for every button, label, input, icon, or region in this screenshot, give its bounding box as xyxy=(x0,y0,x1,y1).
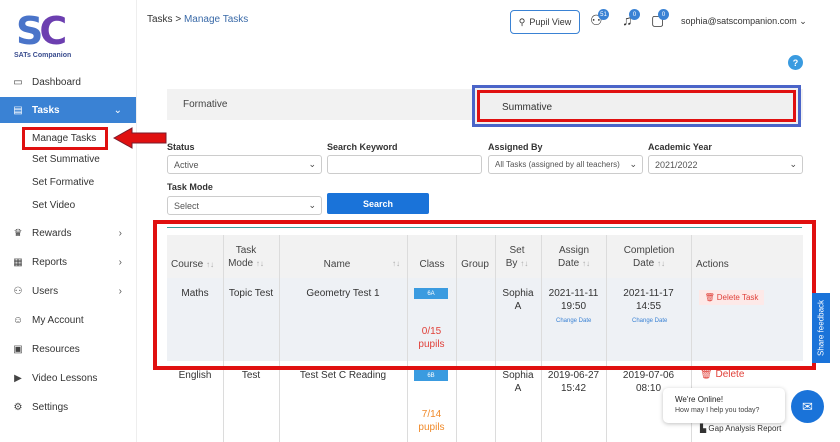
gear-icon: ⚙ xyxy=(13,401,23,413)
top-bar: Tasks > Manage Tasks ⚲ Pupil View ⚇ 51 ♫… xyxy=(137,0,840,44)
cell-course: English xyxy=(178,370,212,381)
breadcrumb: Tasks > Manage Tasks xyxy=(147,14,249,25)
delete-task-button[interactable]: 🗑 Delete xyxy=(700,369,744,380)
bell-badge: 0 xyxy=(629,9,640,20)
assigned-by-label: Assigned By xyxy=(488,142,543,152)
users-icon: ⚇ xyxy=(13,285,23,297)
app-logo[interactable]: SC SATs Companion xyxy=(14,10,84,62)
chat-subtitle: How may I help you today? xyxy=(675,407,760,414)
red-highlight-annotation xyxy=(153,220,816,370)
status-select[interactable]: Active ⌄ xyxy=(167,155,322,174)
academic-year-select[interactable]: 2021/2022 ⌄ xyxy=(648,155,803,174)
resources-icon: ▣ xyxy=(13,343,23,355)
sidebar-item-settings[interactable]: ⚙ Settings xyxy=(0,394,136,420)
chat-badge: 0 xyxy=(658,9,669,20)
tab-formative[interactable]: Formative xyxy=(183,99,227,110)
account-icon: ☺ xyxy=(12,314,24,326)
help-icon[interactable]: ? xyxy=(788,55,803,70)
sidebar-item-video-lessons[interactable]: ▶ Video Lessons xyxy=(0,365,136,391)
task-mode-select[interactable]: Select ⌄ xyxy=(167,196,322,215)
chevron-right-icon: › xyxy=(118,227,122,239)
share-feedback-button[interactable]: Share feedback xyxy=(812,293,830,363)
search-icon: ⚲ xyxy=(518,16,526,27)
search-button[interactable]: Search xyxy=(327,193,429,214)
tasks-icon: ▤ xyxy=(13,104,23,116)
trophy-icon: ♛ xyxy=(13,227,23,239)
sidebar-item-tasks[interactable]: ▤ Tasks ⌄ xyxy=(0,97,136,123)
sidebar-item-reports[interactable]: ▦ Reports › xyxy=(0,249,136,275)
chevron-right-icon: › xyxy=(118,285,122,297)
cell-name[interactable]: Test Set C Reading xyxy=(279,369,407,382)
user-menu[interactable]: sophia@satscompanion.com ⌄ xyxy=(681,16,807,27)
chevron-down-icon: ⌄ xyxy=(789,159,797,169)
video-icon: ▶ xyxy=(14,372,22,384)
trash-icon: 🗑 xyxy=(700,369,713,380)
academic-year-label: Academic Year xyxy=(648,142,712,152)
reports-icon: ▦ xyxy=(13,256,23,268)
status-label: Status xyxy=(167,142,195,152)
cell-task-mode: Test xyxy=(241,370,261,381)
chevron-down-icon: ⌄ xyxy=(799,16,807,26)
task-mode-label: Task Mode xyxy=(167,182,213,192)
gap-analysis-report-link[interactable]: ▙ Gap Analysis Report xyxy=(700,424,781,433)
search-keyword-input[interactable] xyxy=(327,155,482,174)
sidebar-subitem-manage-tasks[interactable]: Manage Tasks xyxy=(22,127,108,150)
search-keyword-label: Search Keyword xyxy=(327,142,398,152)
pupils-progress[interactable]: 7/14 pupils xyxy=(407,408,456,434)
cell-assign-date: 2019-06-27 15:42 xyxy=(547,370,600,394)
chevron-down-icon: ⌄ xyxy=(308,159,316,169)
sidebar-subitem-set-video[interactable]: Set Video xyxy=(32,200,75,211)
chevron-down-icon: ⌄ xyxy=(308,200,316,210)
red-arrow-annotation xyxy=(112,127,167,149)
cell-set-by: Sophia A xyxy=(502,370,534,394)
pupil-view-button[interactable]: ⚲ Pupil View xyxy=(510,10,580,34)
sidebar: SC SATs Companion ▭ Dashboard ▤ Tasks ⌄ … xyxy=(0,0,137,442)
sidebar-subitem-set-formative[interactable]: Set Formative xyxy=(32,177,94,188)
chevron-down-icon: ⌄ xyxy=(629,159,637,169)
sidebar-subitem-set-summative[interactable]: Set Summative xyxy=(32,154,100,165)
breadcrumb-current: Manage Tasks xyxy=(183,14,249,25)
chat-title: We're Online! xyxy=(675,395,724,404)
breadcrumb-root[interactable]: Tasks xyxy=(147,14,173,25)
chat-icon[interactable]: ✉ xyxy=(791,390,824,423)
class-chip[interactable]: 6B xyxy=(414,370,448,381)
report-icon: ▙ xyxy=(700,424,707,433)
app-logo-text: SATs Companion xyxy=(14,52,72,59)
users-badge: 51 xyxy=(598,9,609,20)
chevron-right-icon: › xyxy=(118,256,122,268)
sidebar-item-rewards[interactable]: ♛ Rewards › xyxy=(0,220,136,246)
tab-summative[interactable]: Summative xyxy=(472,85,801,127)
chat-popup[interactable]: We're Online! How may I help you today? xyxy=(663,388,785,423)
sidebar-item-resources[interactable]: ▣ Resources xyxy=(0,336,136,362)
assigned-by-select[interactable]: All Tasks (assigned by all teachers) ⌄ xyxy=(488,155,643,174)
monitor-icon: ▭ xyxy=(13,76,23,88)
chevron-down-icon: ⌄ xyxy=(113,104,122,116)
sidebar-item-dashboard[interactable]: ▭ Dashboard xyxy=(0,69,136,95)
sidebar-item-my-account[interactable]: ☺ My Account xyxy=(0,307,136,333)
sidebar-item-users[interactable]: ⚇ Users › xyxy=(0,278,136,304)
